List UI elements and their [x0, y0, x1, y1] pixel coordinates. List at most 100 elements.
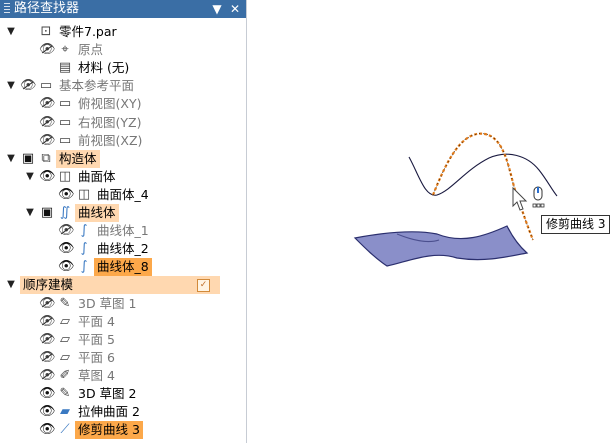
expand-spacer — [42, 222, 56, 240]
ordered-check-icon[interactable]: ✓ — [197, 279, 210, 293]
eye-hidden-icon[interactable]: 👁 — [39, 132, 56, 150]
tree-item-label: 曲线体_1 — [97, 223, 149, 239]
tree-item-sketch-4[interactable]: 👁 ✐ 草图 4 — [0, 367, 246, 385]
plane-icon: ▭ — [58, 132, 72, 148]
eye-hidden-icon[interactable]: 👁 — [20, 77, 37, 95]
eye-icon[interactable]: 👁 — [58, 240, 75, 258]
trimmed-curve-highlight — [431, 132, 535, 241]
tree-item-sketch3d-1[interactable]: 👁 ✎ 3D 草图 1 — [0, 295, 246, 313]
tree-item-origin[interactable]: 👁 ⌖ 原点 — [0, 41, 246, 59]
tree-item-sketch3d-2[interactable]: 👁 ✎ 3D 草图 2 — [0, 385, 246, 403]
plane-feature-icon: ▱ — [60, 313, 70, 329]
tree-item-curve-8[interactable]: 👁 ∫ 曲线体_8 — [0, 258, 246, 277]
tree-item-label: 构造体 — [56, 149, 100, 168]
tree-item-label: 曲线体_2 — [97, 241, 149, 257]
material-table-icon: ▤ — [58, 60, 72, 76]
tree-item-label: 顺序建模 ✓ — [20, 276, 220, 295]
eye-icon[interactable]: 👁 — [39, 421, 56, 439]
expand-toggle-icon[interactable]: ▼ — [4, 150, 18, 168]
eye-hidden-icon[interactable]: 👁 — [39, 313, 56, 331]
tree-item-plane-xz[interactable]: 👁 ▭ 前视图(XZ) — [0, 132, 246, 150]
extruded-surface — [353, 225, 529, 267]
expand-toggle-icon[interactable]: ▼ — [4, 23, 18, 41]
expand-toggle-icon[interactable]: ▼ — [23, 204, 37, 222]
eye-icon[interactable]: 👁 — [58, 186, 75, 204]
close-icon[interactable]: ✕ — [228, 0, 242, 18]
surface-body-icon: ◫ — [58, 168, 72, 184]
tree-item-curve-1[interactable]: 👁 ∫ 曲线体_1 — [0, 222, 246, 240]
expand-spacer — [23, 41, 37, 59]
tree-item-plane-4[interactable]: 👁 ▱ 平面 4 — [0, 313, 246, 331]
visibility-box-icon[interactable]: ▣ — [39, 204, 55, 222]
tree-item-trim-3[interactable]: 👁 ⟋ 修剪曲线 3 — [0, 421, 246, 440]
eye-hidden-icon[interactable]: 👁 — [39, 367, 56, 385]
tree-item-surfaces[interactable]: ▼ 👁 ◫ 曲面体 — [0, 168, 246, 186]
tree-item-label: 基本参考平面 — [59, 78, 135, 94]
eye-hidden-icon[interactable]: 👁 — [58, 222, 75, 240]
expand-toggle-icon[interactable]: ▼ — [4, 77, 18, 95]
tree-item-curve-2[interactable]: 👁 ∫ 曲线体_2 — [0, 240, 246, 258]
extrude-surface-icon: ▰ — [60, 404, 70, 420]
tree-item-root[interactable]: ▼ ⊡ 零件7.par — [0, 23, 246, 41]
tree-item-construction[interactable]: ▼ ▣ ⧉ 构造体 — [0, 149, 246, 168]
tree-item-label: 曲面体 — [78, 168, 116, 184]
tree-item-label: 右视图(YZ) — [78, 114, 142, 130]
expand-spacer — [23, 313, 37, 331]
eye-icon[interactable]: 👁 — [58, 258, 75, 276]
tree-item-label: 曲面体_4 — [97, 186, 149, 202]
expand-toggle-icon[interactable]: ▼ — [23, 168, 37, 186]
expand-spacer — [42, 240, 56, 258]
eye-hidden-icon[interactable]: 👁 — [39, 349, 56, 367]
eye-hidden-icon[interactable]: 👁 — [39, 295, 56, 313]
expand-spacer — [23, 385, 37, 403]
visibility-box-icon[interactable]: ▣ — [20, 150, 36, 168]
tree-item-label: 3D 草图 1 — [78, 295, 137, 311]
eye-hidden-icon[interactable]: 👁 — [39, 41, 56, 59]
eye-hidden-icon[interactable]: 👁 — [39, 114, 56, 132]
hover-tooltip: 修剪曲线 3 — [541, 215, 611, 234]
tree-item-ref-planes[interactable]: ▼ 👁 ▭ 基本参考平面 — [0, 77, 246, 95]
tree-item-label: 平面 6 — [78, 349, 115, 365]
expand-spacer — [23, 114, 37, 132]
tree-item-label: 曲线体 — [75, 204, 119, 222]
trim-curve-icon: ⟋ — [60, 422, 70, 438]
plane-feature-icon: ▱ — [60, 331, 70, 347]
plane-feature-icon: ▱ — [60, 349, 70, 365]
tree-item-surface-4[interactable]: 👁 ◫ 曲面体_4 — [0, 186, 246, 204]
eye-icon[interactable]: 👁 — [39, 403, 56, 421]
expand-spacer — [23, 59, 37, 77]
tree-item-material[interactable]: ▤ 材料 (无) — [0, 59, 246, 77]
surface-body-icon: ◫ — [77, 186, 91, 202]
expand-spacer — [23, 331, 37, 349]
plane-icon: ▭ — [58, 114, 72, 130]
plane-icon: ▭ — [39, 78, 53, 94]
tree-item-plane-6[interactable]: 👁 ▱ 平面 6 — [0, 349, 246, 367]
tree-item-label: 原点 — [78, 42, 104, 58]
origin-axes-icon: ⌖ — [61, 42, 69, 58]
sketch-icon: ✐ — [59, 367, 71, 383]
tree-item-curves[interactable]: ▼ ▣ ∬ 曲线体 — [0, 204, 246, 222]
eye-icon[interactable]: 👁 — [39, 168, 56, 186]
eye-hidden-icon[interactable]: 👁 — [39, 331, 56, 349]
tree-item-label: 拉伸曲面 2 — [78, 404, 140, 420]
tree-item-plane-yz[interactable]: 👁 ▭ 右视图(YZ) — [0, 114, 246, 132]
panel-title: 路径查找器 — [14, 1, 80, 16]
pathfinder-titlebar[interactable]: 路径查找器 ▼ ✕ — [0, 0, 246, 18]
expand-spacer — [23, 295, 37, 313]
eye-icon[interactable]: 👁 — [39, 385, 56, 403]
tree-item-ordered[interactable]: ▼ 顺序建模 ✓ — [0, 276, 246, 295]
plane-icon: ▭ — [58, 96, 72, 112]
tree-item-label: 前视图(XZ) — [78, 132, 143, 148]
tree-item-plane-5[interactable]: 👁 ▱ 平面 5 — [0, 331, 246, 349]
grip-icon[interactable] — [4, 3, 10, 15]
tree-item-label: 材料 (无) — [78, 60, 130, 76]
curve-body-icon: ∬ — [59, 205, 71, 220]
dropdown-triangle-icon[interactable]: ▼ — [210, 0, 224, 18]
expand-toggle-icon[interactable]: ▼ — [4, 276, 18, 294]
expand-spacer — [23, 367, 37, 385]
tree-item-label: 俯视图(XY) — [78, 96, 142, 112]
eye-hidden-icon[interactable]: 👁 — [39, 95, 56, 113]
tree-item-label: 平面 4 — [78, 313, 115, 329]
tree-item-plane-xy[interactable]: 👁 ▭ 俯视图(XY) — [0, 95, 246, 113]
tree-item-extrude-2[interactable]: 👁 ▰ 拉伸曲面 2 — [0, 403, 246, 421]
